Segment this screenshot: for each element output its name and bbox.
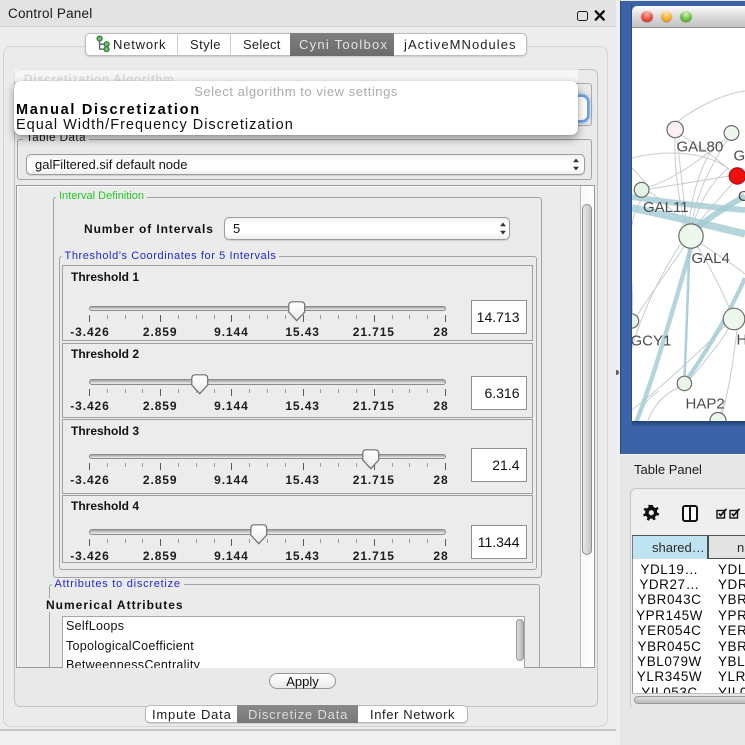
svg-text:H: H: [737, 332, 745, 349]
svg-text:G.: G.: [734, 148, 745, 165]
svg-text:GCY1: GCY1: [632, 333, 671, 350]
svg-text:GAL11: GAL11: [643, 199, 689, 216]
svg-text:GAL4: GAL4: [692, 250, 730, 267]
svg-text:HAP2: HAP2: [686, 396, 725, 413]
svg-text:GAL80: GAL80: [677, 139, 724, 156]
svg-text:C: C: [738, 188, 745, 205]
